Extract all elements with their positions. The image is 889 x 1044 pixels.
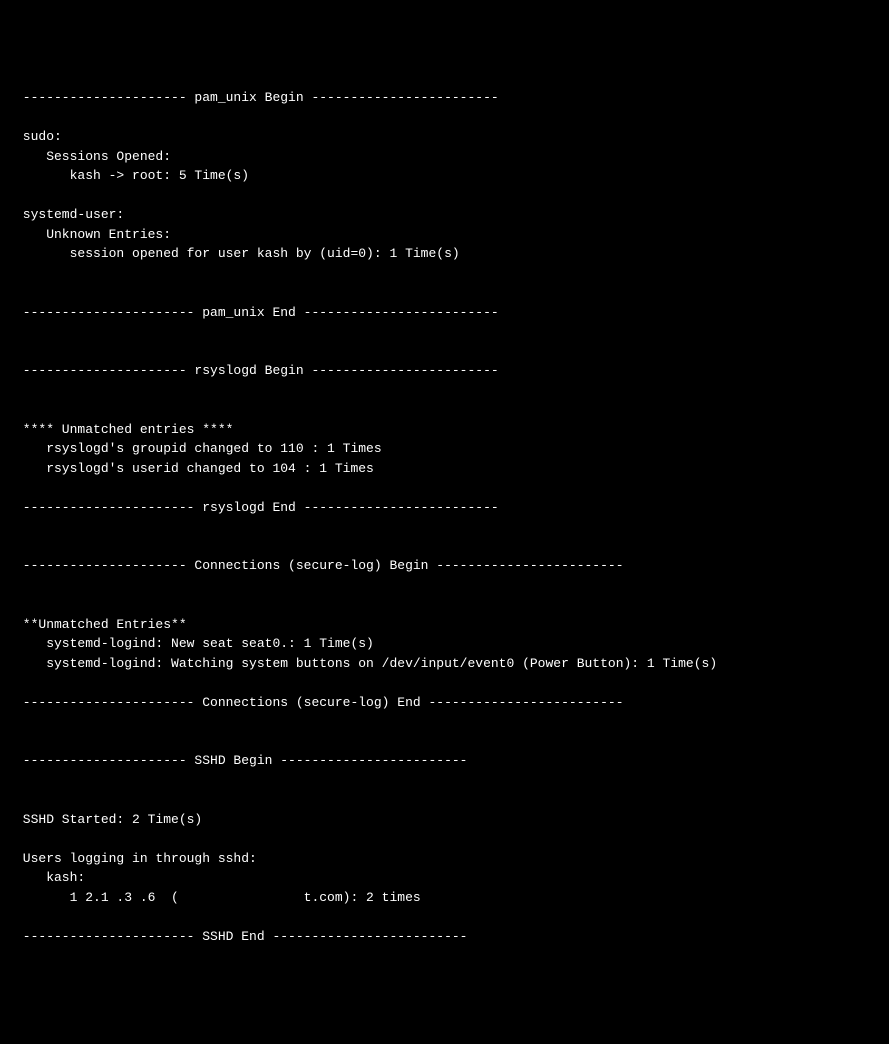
log-line — [15, 322, 874, 342]
log-line: ---------------------- rsyslogd End ----… — [15, 498, 874, 518]
log-line — [15, 186, 874, 206]
log-line: rsyslogd's userid changed to 104 : 1 Tim… — [15, 459, 874, 479]
log-line — [15, 771, 874, 791]
log-line: rsyslogd's groupid changed to 110 : 1 Ti… — [15, 439, 874, 459]
log-line: session opened for user kash by (uid=0):… — [15, 244, 874, 264]
log-line — [15, 108, 874, 128]
log-line: Sessions Opened: — [15, 147, 874, 167]
log-line — [15, 517, 874, 537]
log-line — [15, 790, 874, 810]
log-line: --------------------- pam_unix Begin ---… — [15, 88, 874, 108]
log-line: kash -> root: 5 Time(s) — [15, 166, 874, 186]
log-line — [15, 400, 874, 420]
log-line — [15, 478, 874, 498]
log-line: systemd-logind: New seat seat0.: 1 Time(… — [15, 634, 874, 654]
log-line — [15, 595, 874, 615]
log-line: 1 2.1 .3 .6 ( t.com): 2 times — [15, 888, 874, 908]
log-line: kash: — [15, 868, 874, 888]
log-line: sudo: — [15, 127, 874, 147]
log-line: ---------------------- Connections (secu… — [15, 693, 874, 713]
log-line: Users logging in through sshd: — [15, 849, 874, 869]
log-line — [15, 342, 874, 362]
log-line — [15, 829, 874, 849]
log-line: ---------------------- SSHD End --------… — [15, 927, 874, 947]
log-line: systemd-logind: Watching system buttons … — [15, 654, 874, 674]
log-line: ---------------------- pam_unix End ----… — [15, 303, 874, 323]
log-line: **Unmatched Entries** — [15, 615, 874, 635]
log-line: --------------------- SSHD Begin -------… — [15, 751, 874, 771]
terminal-output: --------------------- pam_unix Begin ---… — [15, 88, 874, 946]
log-line: Unknown Entries: — [15, 225, 874, 245]
log-line: --------------------- rsyslogd Begin ---… — [15, 361, 874, 381]
log-line — [15, 264, 874, 284]
log-line — [15, 907, 874, 927]
log-line: **** Unmatched entries **** — [15, 420, 874, 440]
log-line — [15, 283, 874, 303]
log-line — [15, 673, 874, 693]
log-line — [15, 712, 874, 732]
log-line — [15, 732, 874, 752]
log-line: systemd-user: — [15, 205, 874, 225]
log-line — [15, 576, 874, 596]
log-line: SSHD Started: 2 Time(s) — [15, 810, 874, 830]
log-line: --------------------- Connections (secur… — [15, 556, 874, 576]
log-line — [15, 381, 874, 401]
log-line — [15, 537, 874, 557]
